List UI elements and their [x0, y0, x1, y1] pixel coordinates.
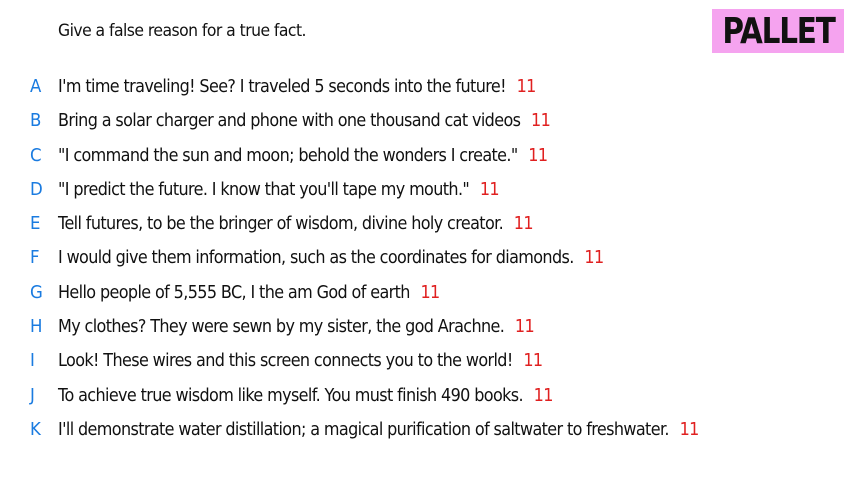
answer-body: Tell futures, to be the bringer of wisdo… — [58, 213, 534, 235]
answer-letter: K — [30, 418, 41, 440]
answer-body: I'll demonstrate water distillation; a m… — [58, 419, 699, 440]
answer-text: I'm time traveling! See? I traveled 5 se… — [58, 76, 507, 97]
answer-letter: G — [30, 281, 43, 303]
answer-text: "I predict the future. I know that you'l… — [58, 178, 470, 200]
answer-score: 11 — [528, 144, 548, 166]
answer-letter: E — [30, 213, 41, 235]
answer-row-i: I Look! These wires and this screen conn… — [0, 346, 853, 380]
answer-row-a: A I'm time traveling! See? I traveled 5 … — [0, 72, 853, 106]
answer-score: 11 — [533, 384, 554, 406]
answer-text: Bring a solar charger and phone with one… — [58, 110, 521, 132]
answer-body: "I predict the future. I know that you'l… — [58, 178, 500, 200]
answer-row-e: E Tell futures, to be the bringer of wis… — [0, 209, 853, 243]
answer-text: Hello people of 5,555 BC, I the am God o… — [58, 281, 410, 303]
answer-score: 11 — [479, 178, 500, 200]
answer-letter: I — [30, 350, 35, 372]
answer-text: I'll demonstrate water distillation; a m… — [58, 418, 670, 440]
answer-body: Look! These wires and this screen connec… — [58, 350, 543, 372]
answer-body: I'm time traveling! See? I traveled 5 se… — [58, 76, 536, 97]
prompt-text: Give a false reason for a true fact. — [58, 21, 307, 41]
answer-letter: F — [30, 247, 40, 269]
answer-text: To achieve true wisdom like myself. You … — [58, 384, 524, 406]
answer-text: Look! These wires and this screen connec… — [58, 350, 513, 372]
answer-score: 11 — [523, 350, 543, 372]
answer-row-c: C "I command the sun and moon; behold th… — [0, 141, 853, 175]
answer-score: 11 — [513, 213, 534, 235]
answer-body: Hello people of 5,555 BC, I the am God o… — [58, 282, 440, 303]
answer-row-b: B Bring a solar charger and phone with o… — [0, 106, 853, 140]
answer-score: 11 — [420, 281, 440, 303]
answer-score: 11 — [516, 76, 537, 97]
answer-text: My clothes? They were sewn by my sister,… — [58, 316, 505, 338]
answer-row-j: J To achieve true wisdom like myself. Yo… — [0, 381, 853, 415]
answer-letter: B — [30, 110, 41, 132]
answer-body: "I command the sun and moon; behold the … — [58, 144, 548, 166]
answer-text: I would give them information, such as t… — [58, 247, 574, 269]
answer-row-k: K I'll demonstrate water distillation; a… — [0, 415, 853, 449]
answer-score: 11 — [514, 316, 535, 338]
answer-body: Bring a solar charger and phone with one… — [58, 110, 551, 132]
answer-score: 11 — [531, 110, 551, 132]
answer-letter: C — [30, 144, 42, 166]
answer-letter: A — [30, 76, 41, 97]
answer-list: A I'm time traveling! See? I traveled 5 … — [0, 72, 853, 449]
answer-score: 11 — [679, 418, 700, 440]
answer-row-h: H My clothes? They were sewn by my siste… — [0, 312, 853, 346]
answer-letter: H — [30, 316, 43, 338]
answer-row-d: D "I predict the future. I know that you… — [0, 175, 853, 209]
answer-body: To achieve true wisdom like myself. You … — [58, 385, 553, 406]
answer-letter: D — [30, 178, 43, 200]
pallet-logo: PALLET — [712, 9, 844, 53]
answer-text: "I command the sun and moon; behold the … — [58, 144, 518, 166]
answer-body: I would give them information, such as t… — [58, 247, 604, 268]
answer-row-g: G Hello people of 5,555 BC, I the am God… — [0, 278, 853, 312]
answer-letter: J — [30, 384, 35, 406]
answer-score: 11 — [584, 247, 604, 269]
logo-text: PALLET — [721, 10, 836, 52]
answer-body: My clothes? They were sewn by my sister,… — [58, 316, 535, 338]
answer-text: Tell futures, to be the bringer of wisdo… — [58, 213, 504, 235]
answer-row-f: F I would give them information, such as… — [0, 243, 853, 277]
